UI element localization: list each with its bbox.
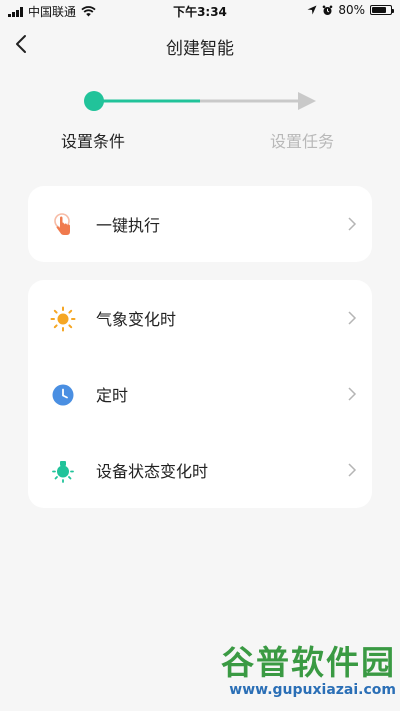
chevron-right-icon [348, 217, 357, 231]
sun-icon [50, 306, 76, 332]
location-arrow-icon [307, 5, 317, 15]
status-right: 80% [307, 3, 394, 17]
battery-level [372, 7, 387, 13]
battery-icon [370, 5, 394, 15]
list-item-label: 一键执行 [96, 216, 161, 235]
battery-percent: 80% [338, 3, 365, 17]
list-item-device-state-change[interactable]: 设备状态变化时 [28, 432, 372, 508]
list-item-weather-change[interactable]: 气象变化时 [28, 280, 372, 356]
list-item-label: 气象变化时 [96, 310, 177, 329]
list-item-label: 设备状态变化时 [96, 462, 209, 481]
step-set-tasks: 设置任务 [270, 132, 335, 151]
trigger-card-manual: 一键执行 [28, 186, 372, 262]
tap-hand-icon [54, 213, 70, 235]
stepper-track [84, 91, 316, 111]
clock-icon [52, 384, 74, 406]
alarm-icon [323, 5, 333, 15]
step-dot-icon [84, 91, 104, 111]
watermark-url: www.gupuxiazai.com [229, 682, 396, 698]
page-title: 创建智能 [166, 39, 234, 59]
nav-bar: 创建智能 [0, 22, 400, 68]
list-item-label: 定时 [96, 386, 129, 405]
chevron-right-icon [348, 387, 357, 401]
bulb-icon [52, 461, 74, 483]
list-item-timer[interactable]: 定时 [28, 356, 372, 432]
progress-stepper: 设置条件 设置任务 [0, 82, 400, 152]
status-bar: 中国联通 下午3:34 80% [0, 0, 400, 22]
chevron-right-icon [348, 463, 357, 477]
step-set-conditions: 设置条件 [61, 132, 126, 151]
trigger-card-conditions: 气象变化时 定时 设备状态变化时 [28, 280, 372, 508]
chevron-right-icon [348, 311, 357, 325]
watermark: 谷普软件园 www.gupuxiazai.com [212, 645, 396, 705]
list-item-one-tap[interactable]: 一键执行 [28, 186, 372, 262]
arrow-right-icon [298, 92, 316, 110]
watermark-brand: 谷普软件园 [221, 643, 396, 682]
